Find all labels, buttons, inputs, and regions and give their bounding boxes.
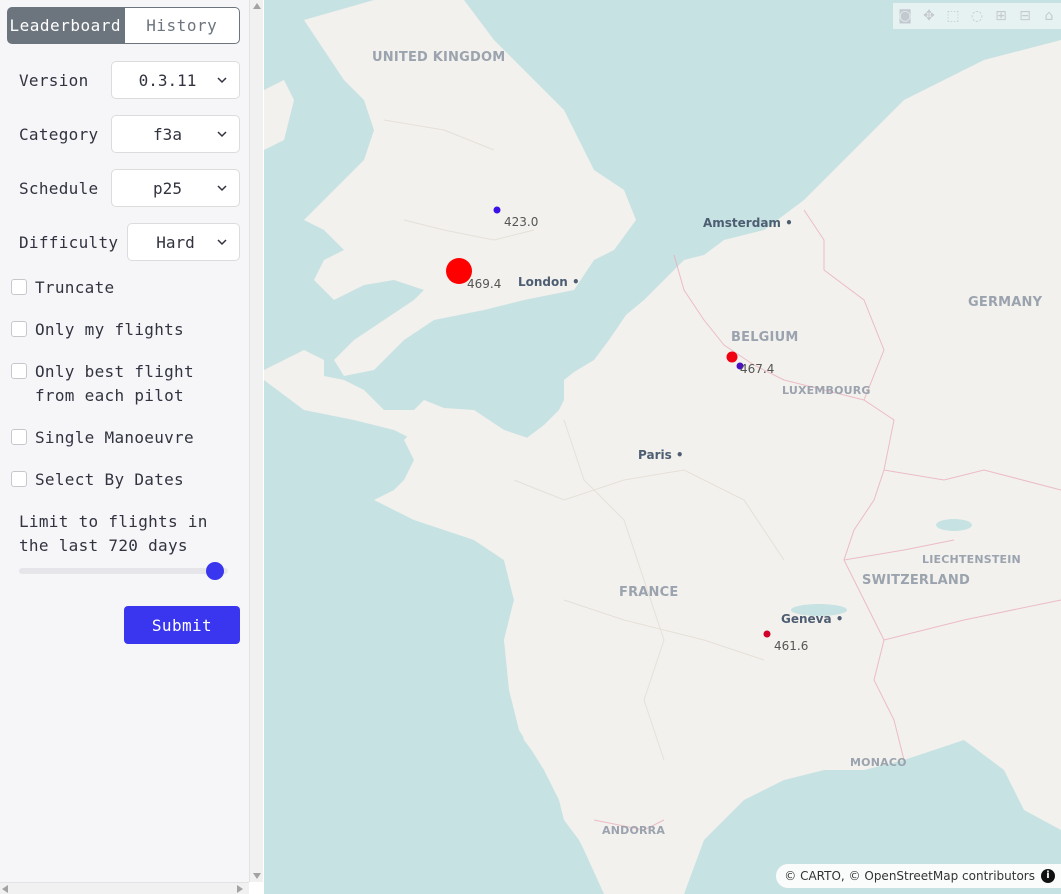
- pan-icon[interactable]: ✥: [921, 8, 937, 24]
- days-slider-thumb[interactable]: [206, 562, 224, 580]
- only-best-flight-line1: Only best flight: [35, 362, 194, 381]
- schedule-value: p25: [153, 178, 182, 198]
- category-row: Category f3a: [19, 115, 240, 153]
- geneva-text: Geneva: [781, 612, 832, 626]
- scroll-left-icon[interactable]: [2, 885, 8, 893]
- label-monaco: MONACO: [850, 756, 907, 769]
- label-andorra: ANDORRA: [602, 824, 666, 837]
- submit-button[interactable]: Submit: [124, 606, 240, 644]
- sidebar: Leaderboard History Version 0.3.11 Categ…: [0, 0, 249, 882]
- label-united-kingdom: UNITED KINGDOM: [372, 50, 506, 65]
- label-paris: Paris •: [638, 448, 684, 462]
- version-value: 0.3.11: [138, 70, 197, 90]
- tab-history[interactable]: History: [123, 7, 240, 44]
- category-select[interactable]: f3a: [111, 115, 240, 153]
- score-label: 461.6: [774, 639, 809, 653]
- schedule-label: Schedule: [19, 178, 99, 198]
- label-belgium: BELGIUM: [731, 330, 799, 345]
- category-label: Category: [19, 124, 99, 144]
- truncate-checkbox[interactable]: Truncate: [11, 276, 114, 300]
- score-label: 469.4: [467, 277, 502, 291]
- checkbox-box[interactable]: [11, 363, 27, 379]
- score-label: 423.0: [504, 215, 539, 229]
- only-best-flight-checkbox[interactable]: Only best flight from each pilot: [11, 360, 194, 408]
- difficulty-value: Hard: [156, 232, 195, 252]
- sidebar-horizontal-scrollbar[interactable]: [0, 882, 249, 894]
- scroll-up-icon[interactable]: [253, 3, 261, 9]
- single-manoeuvre-label: Single Manoeuvre: [35, 428, 194, 447]
- limit-line1: Limit to flights in: [19, 512, 208, 531]
- score-label: 467.4: [740, 362, 775, 376]
- scroll-right-icon[interactable]: [237, 885, 243, 893]
- checkbox-box[interactable]: [11, 321, 27, 337]
- map-attribution: © CARTO, © OpenStreetMap contributors i: [776, 864, 1061, 888]
- attribution-text: © CARTO, © OpenStreetMap contributors: [784, 869, 1035, 883]
- only-my-flights-checkbox[interactable]: Only my flights: [11, 318, 184, 342]
- lasso-select-icon[interactable]: ◌: [969, 8, 985, 24]
- single-manoeuvre-checkbox[interactable]: Single Manoeuvre: [11, 426, 194, 450]
- label-liechtenstein: LIECHTENSTEIN: [922, 553, 1021, 566]
- version-row: Version 0.3.11: [19, 61, 240, 99]
- limit-line2: the last 720 days: [19, 536, 188, 555]
- label-germany: GERMANY: [968, 295, 1043, 310]
- map-view[interactable]: UNITED KINGDOM BELGIUM GERMANY LUXEMBOUR…: [264, 0, 1061, 894]
- chevron-down-icon: [217, 239, 227, 246]
- only-my-flights-label: Only my flights: [35, 320, 184, 339]
- amsterdam-text: Amsterdam: [703, 216, 781, 230]
- map-basemap: [264, 0, 1061, 894]
- days-slider-track[interactable]: [19, 568, 228, 574]
- chevron-down-icon: [217, 131, 227, 138]
- lake-constance: [936, 519, 972, 531]
- checkbox-box[interactable]: [11, 471, 27, 487]
- london-text: London: [518, 275, 568, 289]
- chevron-down-icon: [217, 77, 227, 84]
- tab-group: Leaderboard History: [7, 7, 240, 44]
- sidebar-vertical-scrollbar[interactable]: [249, 0, 263, 882]
- category-value: f3a: [153, 124, 182, 144]
- zoom-out-icon[interactable]: ⊟: [1017, 8, 1033, 24]
- chevron-down-icon: [217, 185, 227, 192]
- label-luxembourg: LUXEMBOURG: [782, 384, 871, 397]
- only-best-flight-label: Only best flight from each pilot: [35, 360, 194, 408]
- label-london: London •: [518, 275, 580, 289]
- label-switzerland: SWITZERLAND: [862, 573, 970, 588]
- select-by-dates-label: Select By Dates: [35, 470, 184, 489]
- select-by-dates-checkbox[interactable]: Select By Dates: [11, 468, 184, 492]
- truncate-label: Truncate: [35, 278, 115, 297]
- zoom-in-icon[interactable]: ⊞: [993, 8, 1009, 24]
- label-france: FRANCE: [619, 585, 679, 600]
- schedule-select[interactable]: p25: [111, 169, 240, 207]
- difficulty-label: Difficulty: [19, 232, 119, 252]
- version-select[interactable]: 0.3.11: [111, 61, 240, 99]
- label-amsterdam: Amsterdam •: [703, 216, 793, 230]
- tab-leaderboard[interactable]: Leaderboard: [7, 7, 124, 44]
- camera-icon[interactable]: ◙: [897, 8, 913, 24]
- paris-text: Paris: [638, 448, 672, 462]
- home-icon[interactable]: ⌂: [1041, 8, 1057, 24]
- checkbox-box[interactable]: [11, 429, 27, 445]
- box-select-icon[interactable]: ⬚: [945, 8, 961, 24]
- map-modebar: ◙ ✥ ⬚ ◌ ⊞ ⊟ ⌂: [893, 3, 1061, 29]
- scroll-down-icon[interactable]: [253, 873, 261, 879]
- only-best-flight-line2: from each pilot: [35, 386, 184, 405]
- label-geneva: Geneva •: [781, 612, 844, 626]
- info-icon[interactable]: i: [1041, 869, 1055, 883]
- difficulty-select[interactable]: Hard: [127, 223, 240, 261]
- schedule-row: Schedule p25: [19, 169, 240, 207]
- version-label: Version: [19, 70, 89, 90]
- difficulty-row: Difficulty Hard: [19, 223, 240, 261]
- limit-label: Limit to flights in the last 720 days: [19, 510, 219, 558]
- checkbox-box[interactable]: [11, 279, 27, 295]
